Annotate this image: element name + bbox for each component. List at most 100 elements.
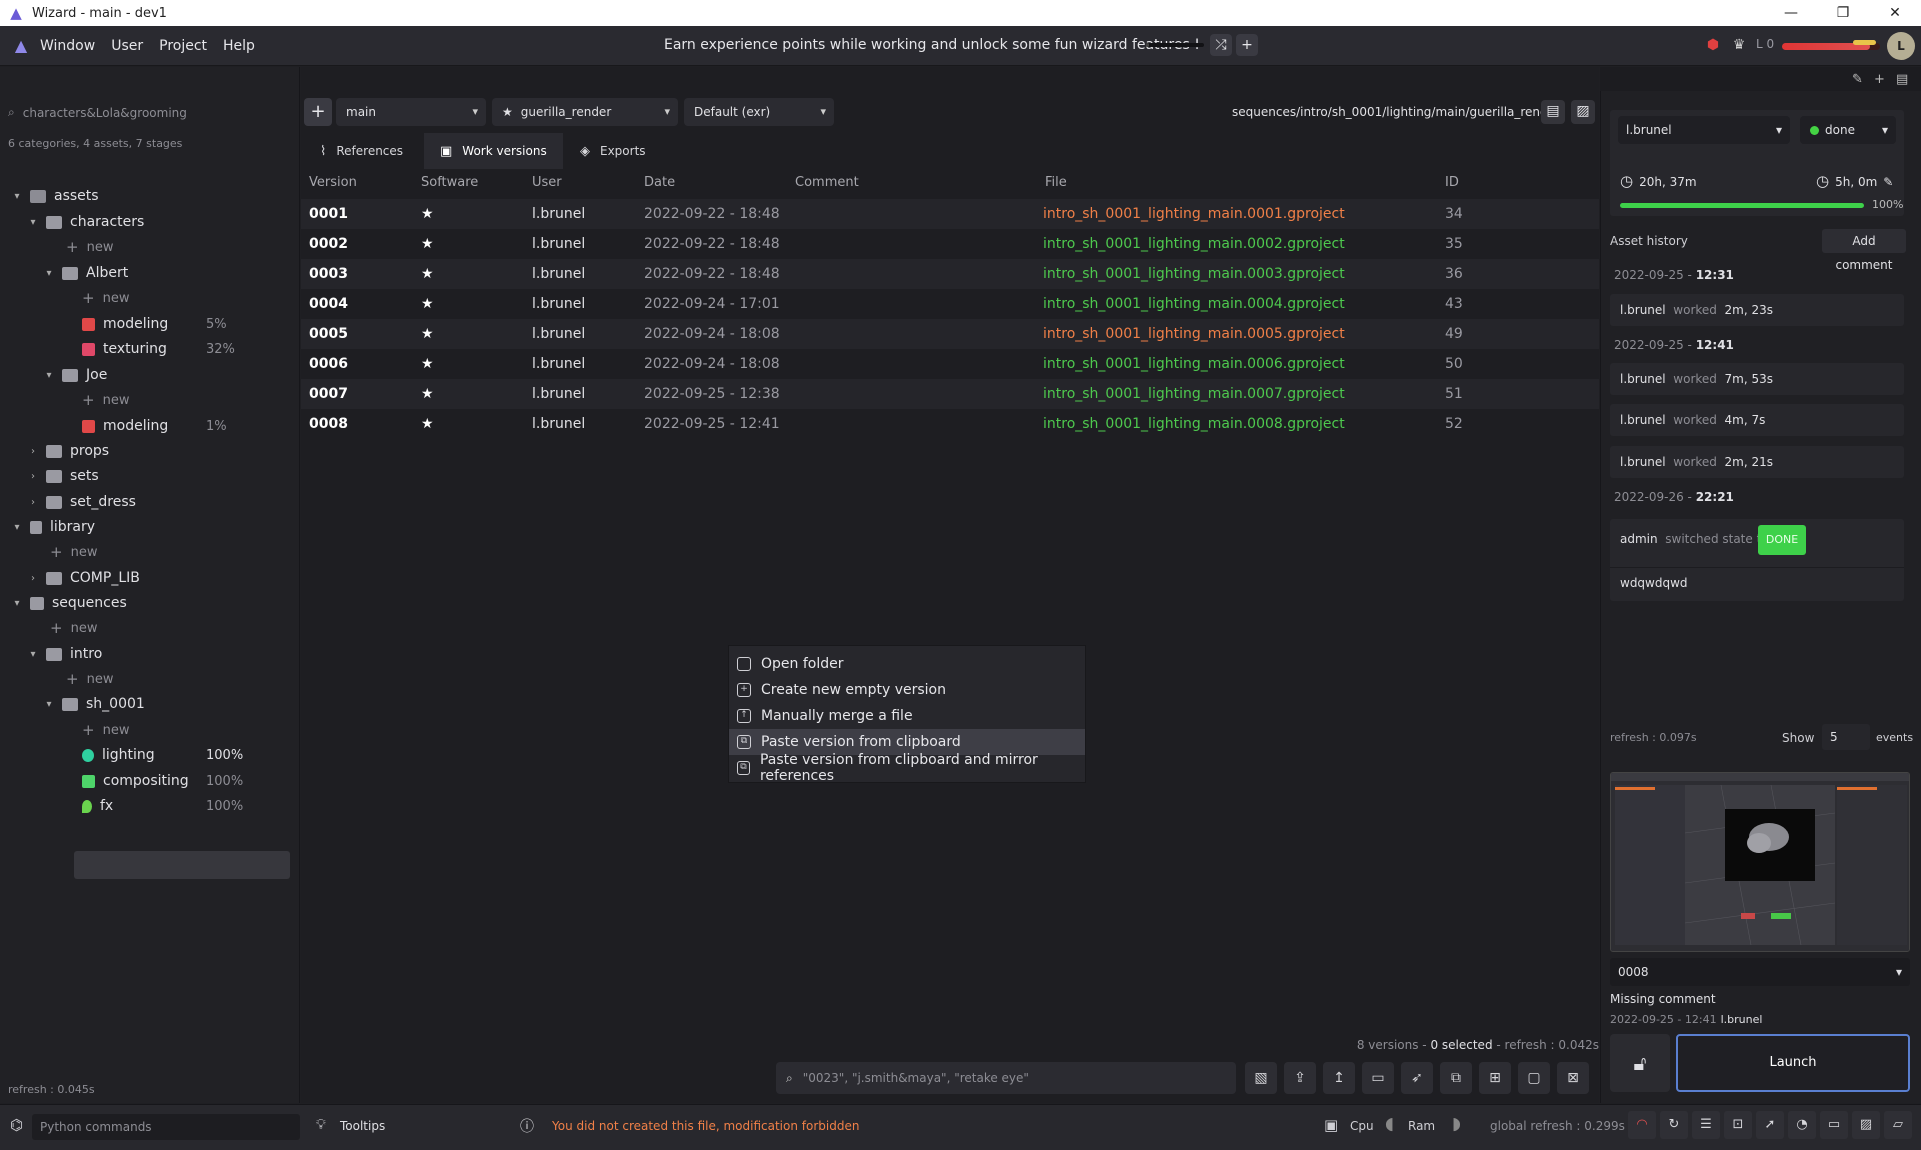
tree-new-sh-0001[interactable]: + new <box>82 717 129 743</box>
table-row[interactable]: 0005 ★ l.brunel 2022-09-24 - 18:08 intro_sh_… <box>301 319 1599 349</box>
tree-item-library[interactable]: ▾ library <box>10 514 95 540</box>
add-variant-button[interactable]: + <box>304 98 332 126</box>
run-icon[interactable]: ➚ <box>1756 1111 1784 1139</box>
tree-item-characters[interactable]: ▾ characters <box>26 209 144 235</box>
rss-icon[interactable]: ◠ <box>1628 1111 1656 1139</box>
refresh-icon[interactable]: ↻ <box>1660 1111 1688 1139</box>
lock-button[interactable]: 🔓︎ <box>1610 1034 1670 1092</box>
tree-item-set-dress[interactable]: › set_dress <box>26 489 136 515</box>
maximize-button[interactable]: ❐ <box>1817 0 1869 26</box>
chat-icon[interactable]: ▱ <box>1884 1111 1912 1139</box>
screen-icon[interactable]: ▭ <box>1820 1111 1848 1139</box>
tree-item-sh-0001[interactable]: ▾ sh_0001 <box>42 691 144 717</box>
estimated-time[interactable]: ◷ 5h, 0m ✎ <box>1816 172 1893 190</box>
table-row[interactable]: 0001 ★ l.brunel 2022-09-22 - 18:48 intro_sh_… <box>301 199 1599 229</box>
header-file[interactable]: File <box>1045 175 1067 190</box>
export-format-dropdown[interactable]: Default (exr) ▾ <box>684 98 834 126</box>
tree-item-joe[interactable]: ▾ Joe <box>42 362 107 388</box>
state-dropdown[interactable]: done ▾ <box>1800 116 1896 144</box>
edit-icon[interactable]: ✎ <box>1852 72 1863 87</box>
tree-item-sets[interactable]: › sets <box>26 463 99 489</box>
launch-button[interactable]: Launch <box>1676 1034 1910 1092</box>
ctx-paste-mirror[interactable]: ⧉ Paste version from clipboard and mirror… <box>729 752 1085 784</box>
versions-search[interactable]: ⌕ "0023", "j.smith&maya", "retake eye" <box>776 1062 1236 1094</box>
menu-help[interactable]: Help <box>223 38 255 54</box>
add-comment-button[interactable]: Add comment <box>1822 229 1906 272</box>
header-id[interactable]: ID <box>1445 175 1459 190</box>
rocket-icon[interactable]: ➶ <box>1401 1062 1433 1094</box>
plus-icon[interactable]: + <box>1236 34 1258 56</box>
shuffle-icon[interactable]: ⤮ <box>1210 34 1232 56</box>
square-icon[interactable]: ▢ <box>1518 1062 1550 1094</box>
tree-new-characters[interactable]: + new <box>66 234 113 260</box>
tree-item-comp-lib[interactable]: › COMP_LIB <box>26 565 140 591</box>
tree-item-sequences[interactable]: ▾ sequences <box>10 590 126 616</box>
tree-stage-albert-modeling[interactable]: modeling 5% <box>76 311 296 337</box>
tree-item-assets[interactable]: ▾ assets <box>10 183 98 209</box>
header-user[interactable]: User <box>532 175 562 190</box>
tree-new-intro[interactable]: + new <box>66 666 113 692</box>
comment-icon[interactable]: ▭ <box>1362 1062 1394 1094</box>
settings-sliders-icon[interactable]: ☰ <box>1692 1111 1720 1139</box>
tree-search[interactable]: ⌕ characters&Lola&grooming <box>8 105 187 120</box>
table-row[interactable]: 0007 ★ l.brunel 2022-09-25 - 12:38 intro_sh_… <box>301 379 1599 409</box>
tree-new-joe[interactable]: + new <box>82 387 129 413</box>
tree-new-albert[interactable]: + new <box>82 285 129 311</box>
lock-icon[interactable]: ⊡ <box>1724 1111 1752 1139</box>
tree-stage-joe-modeling[interactable]: modeling 1% <box>76 413 296 439</box>
tree-new-library[interactable]: + new <box>50 539 97 565</box>
add-version-icon[interactable]: ⊞ <box>1479 1062 1511 1094</box>
table-row[interactable]: 0006 ★ l.brunel 2022-09-24 - 18:08 intro_sh_… <box>301 349 1599 379</box>
variant-dropdown[interactable]: main ▾ <box>336 98 486 126</box>
software-dropdown[interactable]: ★ guerilla_render ▾ <box>492 98 678 126</box>
tree-item-intro[interactable]: ▾ intro <box>26 641 102 667</box>
menu-project[interactable]: Project <box>159 38 207 54</box>
timer-icon[interactable]: ◔ <box>1788 1111 1816 1139</box>
upload-box-icon[interactable]: ⇪ <box>1284 1062 1316 1094</box>
table-row[interactable]: 0004 ★ l.brunel 2022-09-24 - 17:01 intro_sh_… <box>301 289 1599 319</box>
minimize-button[interactable]: — <box>1765 0 1817 26</box>
image-icon[interactable]: ▧ <box>1245 1062 1277 1094</box>
tab-references[interactable]: ⌇ References <box>304 133 419 169</box>
tree-new-sequences[interactable]: + new <box>50 615 97 641</box>
menu-user[interactable]: User <box>111 38 143 54</box>
tree-search-input[interactable]: characters&Lola&grooming <box>23 106 187 120</box>
header-comment[interactable]: Comment <box>795 175 859 190</box>
assigned-user-dropdown[interactable]: l.brunel ▾ <box>1618 116 1790 144</box>
folder-icon[interactable]: ▤ <box>1896 72 1908 87</box>
ctx-open-folder[interactable]: Open folder <box>729 651 1085 677</box>
table-row[interactable]: 0002 ★ l.brunel 2022-09-22 - 18:48 intro_sh_… <box>301 229 1599 259</box>
folder-icon[interactable]: ▤ <box>1541 100 1565 124</box>
edit-icon[interactable]: ✎ <box>1883 175 1893 189</box>
delete-icon[interactable]: ⊠ <box>1557 1062 1589 1094</box>
tree-stage-fx[interactable]: fx 100% <box>76 793 296 819</box>
header-software[interactable]: Software <box>421 175 478 190</box>
table-row[interactable]: 0003 ★ l.brunel 2022-09-22 - 18:48 intro_sh_… <box>301 259 1599 289</box>
tab-work-versions[interactable]: ▣ Work versions <box>424 133 563 169</box>
tree-stage-compositing[interactable]: compositing 100% <box>76 768 296 794</box>
ctx-merge-file[interactable]: ↑ Manually merge a file <box>729 703 1085 729</box>
tree-stage-lighting[interactable]: lighting 100% <box>76 742 296 768</box>
image-off-icon[interactable]: ▨ <box>1571 100 1595 124</box>
upload-icon[interactable]: ↥ <box>1323 1062 1355 1094</box>
duplicate-icon[interactable]: ⧉ <box>1440 1062 1472 1094</box>
xp-progress-bar <box>1146 43 1204 47</box>
thumbnail-version-dropdown[interactable]: 0008 ▾ <box>1610 958 1910 986</box>
tooltips-toggle[interactable]: Tooltips <box>340 1119 385 1133</box>
tree-item-albert[interactable]: ▾ Albert <box>42 260 128 286</box>
tab-exports[interactable]: ◈ Exports <box>564 133 662 169</box>
tree-stage-albert-texturing[interactable]: texturing 32% <box>76 336 296 362</box>
table-row[interactable]: 0008 ★ l.brunel 2022-09-25 - 12:41 intro_sh_… <box>301 409 1599 439</box>
ctx-create-empty-version[interactable]: + Create new empty version <box>729 677 1085 703</box>
tree-item-props[interactable]: › props <box>26 438 109 464</box>
avatar[interactable]: L <box>1887 32 1915 60</box>
header-version[interactable]: Version <box>309 175 357 190</box>
header-date[interactable]: Date <box>644 175 675 190</box>
plus-icon[interactable]: + <box>1874 72 1885 87</box>
versions-search-input[interactable]: "0023", "j.smith&maya", "retake eye" <box>803 1071 1029 1085</box>
show-events-input[interactable]: 5 <box>1822 724 1870 750</box>
python-command-input[interactable]: Python commands <box>32 1114 300 1140</box>
close-button[interactable]: ✕ <box>1869 0 1921 26</box>
menu-window[interactable]: Window <box>40 38 95 54</box>
screenshot-icon[interactable]: ▨ <box>1852 1111 1880 1139</box>
